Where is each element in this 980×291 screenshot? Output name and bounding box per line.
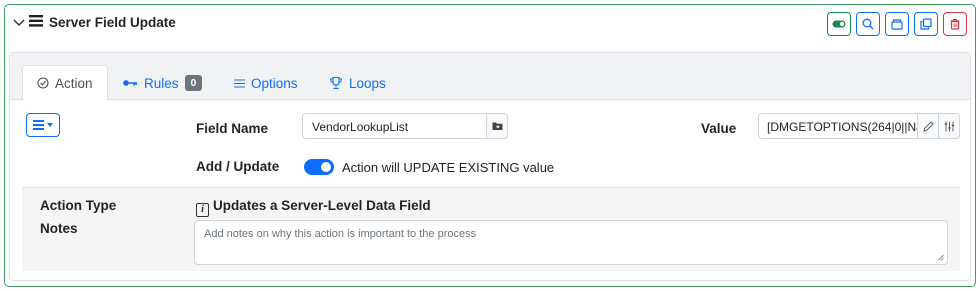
archive-icon [891,19,903,30]
add-update-label: Add / Update [196,159,280,174]
folder-picker-button[interactable] [486,113,508,139]
resize-handle-icon[interactable] [937,254,944,261]
tab-options[interactable]: Options [220,65,312,101]
server-list-icon [29,15,43,30]
add-update-toggle[interactable] [304,159,334,175]
field-name-label: Field Name [196,121,269,136]
chevron-down-icon[interactable] [13,15,25,30]
tab-action[interactable]: Action [22,65,108,101]
tab-bar: Action Rules 0 Options Loops [10,53,970,101]
edit-value-button[interactable] [917,113,939,139]
tab-rules[interactable]: Rules 0 [108,65,216,101]
trophy-icon [329,76,343,90]
header-actions [827,12,967,36]
tab-loops-label: Loops [349,75,386,91]
add-update-toggle-text: Action will UPDATE EXISTING value [342,160,555,175]
tab-rules-label: Rules [144,75,179,91]
notes-label: Notes [40,221,78,236]
trash-icon [950,18,960,30]
tab-options-label: Options [251,75,298,91]
action-type-label: Action Type [40,198,117,213]
folder-icon [492,122,502,130]
rules-count-badge: 0 [184,75,203,91]
copy-icon [920,18,932,30]
action-type-value: i Updates a Server-Level Data Field [196,198,431,217]
card-header: Server Field Update [5,5,975,43]
value-input[interactable]: [DMGETOPTIONS(264|0||Na [758,113,918,139]
notes-textarea[interactable]: Add notes on why this action is importan… [194,220,948,265]
tab-action-label: Action [55,75,93,91]
pencil-icon [922,120,934,132]
list-icon [234,78,245,88]
sliders-icon [944,121,954,131]
archive-button[interactable] [885,12,909,36]
key-icon [123,80,137,86]
caret-down-icon [47,123,53,127]
server-list-icon [33,120,44,130]
search-icon [862,18,874,30]
card-title: Server Field Update [49,15,176,30]
notes-placeholder: Add notes on why this action is importan… [204,228,477,240]
value-settings-button[interactable] [938,113,960,139]
action-menu-dropdown-button[interactable] [26,113,60,137]
delete-button[interactable] [943,12,967,36]
action-panel: Action Rules 0 Options Loops Field Name … [9,52,971,281]
field-name-input[interactable]: VendorLookupList [302,113,487,139]
enable-toggle-button[interactable] [827,12,851,36]
value-label: Value [701,121,737,136]
action-card: Server Field Update Action Rules 0 Optio… [4,4,976,287]
check-circle-icon [37,77,49,89]
info-icon: i [196,202,209,217]
toggle-on-icon [832,20,846,28]
action-type-text: Updates a Server-Level Data Field [213,198,431,213]
duplicate-button[interactable] [914,12,938,36]
search-button[interactable] [856,12,880,36]
tab-loops[interactable]: Loops [315,65,400,101]
details-section: Action Type i Updates a Server-Level Data… [22,187,960,271]
